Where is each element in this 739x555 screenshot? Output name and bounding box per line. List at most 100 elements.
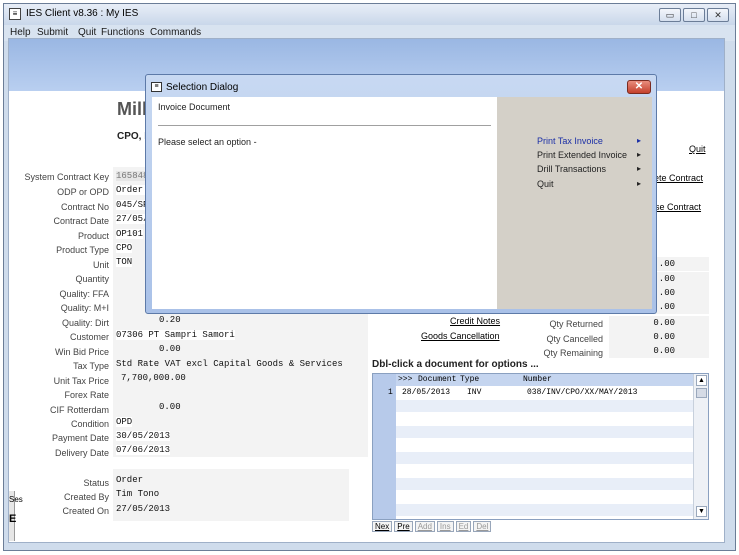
value-system-contract-key: 165848 (116, 171, 149, 181)
goods-cancellation-link[interactable]: Goods Cancellation (421, 331, 500, 341)
row-document: 28/05/2013 (402, 388, 451, 397)
label-unit-tax-price: Unit Tax Price (53, 376, 109, 386)
label-qty-cancelled: Qty Cancelled (546, 334, 603, 344)
delete-contract-link[interactable]: ete Contract (654, 173, 703, 183)
page-subtitle: CPO, I (117, 131, 148, 142)
value-qty-remaining: 0.00 (609, 344, 709, 358)
add-button[interactable]: Add (414, 521, 435, 532)
delete-button[interactable]: Del (473, 521, 492, 532)
menu-functions[interactable]: Functions (101, 27, 144, 38)
value-delivery-date[interactable]: 07/06/2013 (116, 445, 171, 455)
option-quit[interactable]: Quit ▸ (537, 179, 641, 189)
value-contract-date[interactable]: 27/05/ (116, 214, 149, 224)
left-stub-panel: Ses E (9, 491, 23, 541)
row-number: 038/INV/CPO/XX/MAY/2013 (527, 388, 638, 397)
previous-button[interactable]: Pre (394, 521, 413, 532)
label-qty-returned: Qty Returned (549, 319, 603, 329)
grid-empty-row (396, 400, 693, 412)
scroll-up-icon[interactable]: ▲ (696, 375, 707, 386)
quit-link[interactable]: Quit (689, 144, 706, 154)
label-contract-no: Contract No (60, 202, 109, 212)
value-odp-or-opd[interactable]: Order. (116, 185, 149, 195)
value-tax-type[interactable]: Std Rate VAT excl Capital Goods & Servic… (116, 359, 343, 369)
credit-notes-link[interactable]: Credit Notes (450, 316, 500, 326)
label-product: Product (77, 231, 109, 241)
label-created-on: Created On (62, 506, 109, 516)
value-product-type[interactable]: CPO (116, 243, 133, 253)
value-unit-tax-price[interactable]: 7,700,000.00 (121, 373, 186, 383)
left-stub-text: E (9, 513, 17, 525)
dialog-title: Selection Dialog (166, 82, 239, 93)
label-tax-type: Tax Type (73, 361, 109, 371)
table-row[interactable]: 1 28/05/2013 INV 038/INV/CPO/XX/MAY/2013 (373, 387, 693, 399)
value-quality-dirt[interactable]: 0.20 (159, 315, 181, 325)
value-product[interactable]: OP101 (116, 229, 144, 239)
grid-button-bar: Nex Pre Add Ins Ed Del (372, 521, 492, 532)
label-quality-dirt: Quality: Dirt (61, 318, 109, 328)
option-label: Drill Transactions (537, 164, 607, 174)
edit-button[interactable]: Ed (455, 521, 472, 532)
label-quality-mi: Quality: M+I (60, 303, 109, 313)
dialog-document-label: Invoice Document (158, 102, 231, 112)
value-contract-no[interactable]: 045/SP (116, 200, 149, 210)
scroll-down-icon[interactable]: ▼ (696, 506, 707, 517)
minimize-button[interactable]: ▭ (659, 8, 681, 22)
chevron-right-icon: ▸ (636, 164, 641, 173)
grid-empty-row (396, 452, 693, 464)
grid-header-type[interactable]: Type (460, 375, 479, 384)
label-condition: Condition (70, 419, 109, 429)
maximize-button[interactable]: □ (683, 8, 705, 22)
menu-submit[interactable]: Submit (37, 27, 68, 38)
row-index: 1 (388, 388, 393, 397)
value-created-by: Tim Tono (116, 489, 160, 499)
label-qty-remaining: Qty Remaining (543, 348, 603, 358)
value-cif-rotterdam[interactable]: 0.00 (159, 402, 181, 412)
dialog-prompt: Please select an option - (158, 137, 257, 147)
label-unit: Unit (92, 260, 109, 270)
menu-help[interactable]: Help (10, 27, 31, 38)
documents-grid[interactable]: >>> Document Type Number 1 28/05/2013 IN… (372, 373, 709, 520)
close-button[interactable]: ✕ (707, 8, 729, 22)
insert-button[interactable]: Ins (436, 521, 454, 532)
value-qty-cancelled: 0.00 (609, 330, 709, 344)
option-print-extended-invoice[interactable]: Print Extended Invoice ▸ (537, 150, 641, 160)
title-bar[interactable]: ≡ IES Client v8.36 : My IES ▭ □ ✕ (4, 4, 735, 25)
label-forex-rate: Forex Rate (64, 390, 109, 400)
left-stub-text: Ses (9, 495, 23, 504)
grid-header: >>> Document Type Number (396, 374, 693, 386)
value-payment-date[interactable]: 30/05/2013 (116, 431, 171, 441)
close-contract-link[interactable]: se Contract (655, 202, 701, 212)
grid-empty-row (396, 504, 693, 516)
grid-scrollbar[interactable]: ▲ ▼ (693, 374, 708, 519)
label-quantity: Quantity (75, 274, 109, 284)
dialog-divider (158, 125, 491, 126)
value-customer[interactable]: 07306 PT Sampri Samori (116, 330, 235, 340)
grid-header-marker: >>> (398, 375, 413, 384)
menu-quit[interactable]: Quit (78, 27, 96, 38)
dialog-options-panel: Print Tax Invoice ▸ Print Extended Invoi… (497, 97, 652, 309)
chevron-right-icon: ▸ (636, 179, 641, 188)
selection-dialog: ≡ Selection Dialog ✕ Invoice Document Pl… (145, 74, 657, 314)
option-label: Print Extended Invoice (537, 150, 628, 160)
window-controls: ▭ □ ✕ (659, 8, 729, 22)
row-type: INV (467, 388, 482, 397)
scroll-thumb[interactable] (696, 388, 707, 398)
value-win-bid-price[interactable]: 0.00 (159, 344, 181, 354)
value-created-on: 27/05/2013 (116, 504, 171, 514)
next-button[interactable]: Nex (372, 521, 393, 532)
menu-commands[interactable]: Commands (150, 27, 201, 38)
label-product-type: Product Type (56, 245, 109, 255)
dialog-app-icon: ≡ (151, 82, 162, 92)
chevron-right-icon: ▸ (636, 136, 641, 145)
value-condition[interactable]: OPD (116, 417, 133, 427)
option-print-tax-invoice[interactable]: Print Tax Invoice ▸ (537, 136, 641, 146)
option-drill-transactions[interactable]: Drill Transactions ▸ (537, 164, 641, 174)
dialog-close-button[interactable]: ✕ (627, 80, 651, 94)
grid-header-document[interactable]: Document (418, 375, 456, 384)
label-delivery-date: Delivery Date (54, 448, 109, 458)
page-title: Mill (117, 99, 147, 119)
label-customer: Customer (69, 332, 109, 342)
grid-header-number[interactable]: Number (523, 375, 552, 384)
window-title: IES Client v8.36 : My IES (26, 8, 139, 19)
value-unit[interactable]: TON (116, 257, 133, 267)
